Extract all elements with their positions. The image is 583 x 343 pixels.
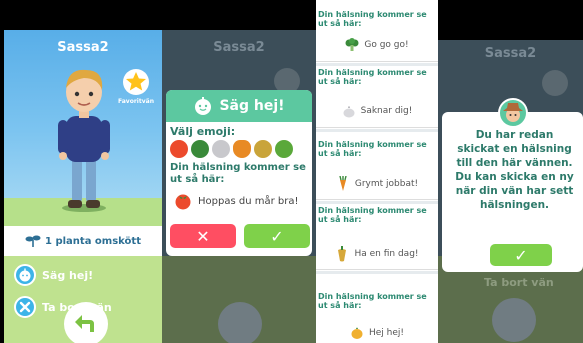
dimmed-favorite-badge (542, 70, 568, 96)
sprout-icon (25, 235, 41, 247)
farmer-face-icon (503, 103, 523, 122)
greeting-card-content: Go go go! (316, 38, 438, 52)
greeting-card-text: Hej hej! (368, 328, 404, 338)
say-hi-screen: Sassa2 Säg hej! Välj emoji: Din hälsning… (162, 30, 316, 343)
dimmed-remove-friend-label: Ta bort vän (484, 276, 554, 289)
dimmed-friend-name: Sassa2 (213, 40, 265, 55)
say-hi-dialog: Säg hej! Välj emoji: Din hälsning kommer… (166, 90, 312, 256)
emoji-broccoli-option[interactable] (191, 140, 209, 158)
already-sent-screen: Sassa2 Ta bort vän Du har redan skickat … (438, 40, 583, 343)
preview-label: Din hälsning kommer se ut så här: (170, 162, 306, 185)
greeting-card-content: Hej hej! (316, 326, 438, 340)
greeting-card-header: Din hälsning kommer se ut så här: (318, 10, 427, 28)
friend-name: Sassa2 (57, 40, 109, 55)
emoji-tomato-option[interactable] (170, 140, 188, 158)
message-line: skickat en hälsning (457, 143, 572, 155)
friend-avatar-badge (498, 98, 528, 128)
greeting-card-content: Grymt jobbat! (316, 176, 438, 192)
greeting-card-header: Din hälsning kommer se ut så här: (318, 140, 427, 158)
star-icon (123, 69, 149, 95)
greeting-card-header: Din hälsning kommer se ut så här: (318, 68, 427, 86)
dimmed-friend-name: Sassa2 (484, 46, 537, 61)
say-hi-icon-circle (14, 264, 36, 286)
friend-profile-screen: Sassa2 Favoritvän 1 planta omskött Säg h… (4, 30, 162, 343)
greeting-card-text: Saknar dig! (360, 106, 413, 116)
already-sent-message: Du har redan skickat en hälsning till de… (442, 128, 583, 212)
tomato-icon (175, 194, 191, 210)
plants-tended-text: 1 planta omskött (45, 235, 141, 247)
greeting-card[interactable]: Din hälsning kommer se ut så här: Ha en … (316, 206, 438, 270)
greeting-card-text: Ha en fin dag! (354, 249, 419, 259)
ok-button[interactable]: ✓ (490, 244, 552, 266)
message-line: Du kan skicka en ny (455, 171, 574, 183)
dimmed-back-button (218, 302, 262, 343)
divider (316, 201, 438, 204)
cancel-button[interactable]: ✕ (170, 224, 236, 248)
message-line: till den här vännen. (456, 157, 573, 169)
greeting-card[interactable]: Din hälsning kommer se ut så här: Saknar… (316, 68, 438, 128)
preview-text: Hoppas du mår bra! (198, 195, 299, 207)
message-line: Du har redan (475, 129, 554, 141)
greeting-card[interactable]: Din hälsning kommer se ut så här: Go go … (316, 10, 438, 62)
dimmed-back-button (492, 298, 536, 342)
greeting-preview: Hoppas du mår bra! (166, 186, 312, 216)
emoji-garlic-option[interactable] (212, 140, 230, 158)
greeting-card[interactable]: Din hälsning kommer se ut så här: Hej he… (316, 276, 438, 343)
emoji-carrot-option[interactable] (233, 140, 251, 158)
onion-icon (351, 327, 363, 339)
emoji-pepper-option[interactable] (254, 140, 272, 158)
message-line: när din vän har sett (455, 185, 574, 197)
dialog-header: Säg hej! (166, 90, 312, 122)
greeting-card-header: Din hälsning kommer se ut så här: (318, 292, 427, 310)
remove-icon-circle (14, 296, 36, 318)
garlic-icon (343, 106, 355, 118)
dialog-buttons: ✕ ✓ (170, 224, 310, 248)
friend-avatar (58, 69, 110, 212)
greeting-card-content: Ha en fin dag! (316, 246, 438, 262)
plants-tended-bar: 1 planta omskött (4, 226, 162, 256)
emoji-lettuce-option[interactable] (275, 140, 293, 158)
greeting-card-content: Saknar dig! (316, 104, 438, 118)
favorite-label: Favoritvän (118, 98, 154, 105)
apple-face-icon (19, 268, 31, 282)
greeting-card[interactable]: Din hälsning kommer se ut så här: Grymt … (316, 134, 438, 200)
carrot-icon (339, 176, 347, 191)
say-hi-label: Säg hej! (42, 268, 94, 282)
apple-face-icon (195, 97, 212, 115)
dialog-title: Säg hej! (219, 98, 285, 114)
close-icon (19, 301, 31, 313)
greeting-card-text: Go go go! (364, 40, 409, 50)
divider (316, 63, 438, 66)
greeting-previews-list: Din hälsning kommer se ut så här: Go go … (316, 0, 438, 343)
back-button[interactable] (64, 302, 108, 343)
choose-emoji-label: Välj emoji: (170, 125, 236, 138)
greeting-card-header: Din hälsning kommer se ut så här: (318, 206, 427, 224)
divider (316, 271, 438, 274)
message-line: hälsningen. (479, 199, 550, 211)
divider (316, 129, 438, 132)
say-hi-button[interactable]: Säg hej! (14, 264, 93, 286)
already-sent-dialog: Du har redan skickat en hälsning till de… (442, 98, 583, 272)
pepper-icon (338, 246, 347, 262)
favorite-badge[interactable]: Favoritvän (116, 68, 156, 105)
greeting-card-text: Grymt jobbat! (354, 179, 419, 189)
broccoli-icon (345, 38, 359, 51)
emoji-picker (166, 138, 312, 162)
send-button[interactable]: ✓ (244, 224, 310, 248)
back-arrow-icon (75, 315, 94, 332)
